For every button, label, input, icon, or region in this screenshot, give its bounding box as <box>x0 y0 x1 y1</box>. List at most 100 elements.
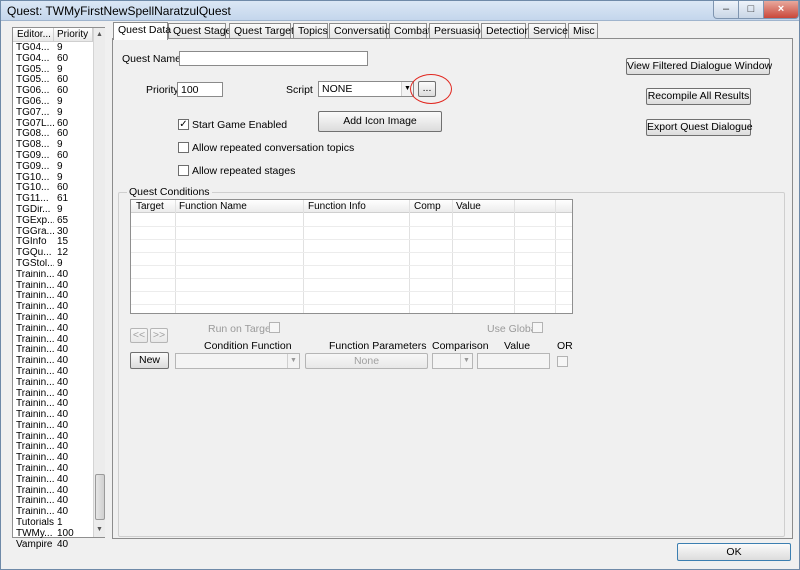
close-button[interactable]: × <box>763 1 799 19</box>
list-item[interactable]: Trainin... 40 <box>13 496 93 507</box>
list-item[interactable]: Trainin... 40 <box>13 475 93 486</box>
chevron-down-icon[interactable]: ▼ <box>460 354 472 368</box>
allow-repeated-stages-checkbox[interactable] <box>178 165 189 176</box>
list-item[interactable]: TG06... 9 <box>13 97 93 108</box>
priority-label: Priority <box>146 84 179 96</box>
tab-quest-targets[interactable]: Quest Targets <box>229 23 299 39</box>
export-quest-dialogue-button[interactable]: Export Quest Dialogue <box>646 119 753 136</box>
list-item[interactable]: TGDir... 9 <box>13 205 93 216</box>
list-item[interactable]: TG05... 9 <box>13 65 93 76</box>
list-item[interactable]: Trainin... 40 <box>13 432 93 443</box>
list-item[interactable]: TGInfo 15 <box>13 237 93 248</box>
ok-button[interactable]: OK <box>677 543 791 561</box>
list-item[interactable]: TG09... 60 <box>13 151 93 162</box>
list-item[interactable]: Trainin... 40 <box>13 335 93 346</box>
column-header-function-info[interactable]: Function Info <box>308 201 366 212</box>
quest-list[interactable]: Editor... Priority TG04... 9 TG04... 60 TG05… <box>12 27 105 549</box>
list-item[interactable]: TGQu... 12 <box>13 248 93 259</box>
start-game-enabled-checkbox[interactable]: ✓ <box>178 119 189 130</box>
list-item[interactable]: Trainin... 40 <box>13 399 93 410</box>
list-item[interactable]: Trainin... 40 <box>13 313 93 324</box>
tab-topics[interactable]: Topics <box>293 23 328 39</box>
list-item[interactable]: Trainin... 40 <box>13 291 93 302</box>
list-item[interactable]: Trainin... 40 <box>13 486 93 497</box>
allow-repeated-topics-checkbox[interactable] <box>178 142 189 153</box>
column-header-comp[interactable]: Comp <box>414 201 441 212</box>
use-global-checkbox[interactable] <box>532 322 543 333</box>
list-item[interactable]: Trainin... 40 <box>13 324 93 335</box>
list-item[interactable]: TG06... 60 <box>13 86 93 97</box>
list-item[interactable]: TG09... 9 <box>13 162 93 173</box>
maximize-button[interactable]: □ <box>738 1 764 19</box>
list-item-name: Trainin... <box>16 485 54 496</box>
run-on-target-checkbox[interactable] <box>269 322 280 333</box>
list-item[interactable]: Trainin... 40 <box>13 421 93 432</box>
script-dropdown[interactable]: NONE ▼ <box>318 81 414 97</box>
list-item[interactable]: TG07L... 60 <box>13 119 93 130</box>
priority-input[interactable]: 100 <box>177 82 223 97</box>
column-header-value[interactable]: Value <box>456 201 481 212</box>
value-input[interactable] <box>477 353 550 369</box>
list-item[interactable]: Trainin... 40 <box>13 367 93 378</box>
add-icon-image-button[interactable]: Add Icon Image <box>318 111 442 132</box>
view-filtered-dialogue-button[interactable]: View Filtered Dialogue Window <box>626 58 772 75</box>
chevron-down-icon[interactable]: ▼ <box>287 354 299 368</box>
list-item[interactable]: Trainin... 40 <box>13 410 93 421</box>
list-item[interactable]: TGGra... 30 <box>13 227 93 238</box>
column-header-priority[interactable]: Priority <box>57 29 88 40</box>
list-item[interactable]: Trainin... 40 <box>13 378 93 389</box>
list-item[interactable]: Vampire 40 <box>13 540 93 551</box>
tab-detection[interactable]: Detection <box>481 23 530 39</box>
function-parameters-button[interactable]: None <box>305 353 428 369</box>
list-item[interactable]: Tutorials 1 <box>13 518 93 529</box>
list-item[interactable]: TG10... 60 <box>13 183 93 194</box>
list-item[interactable]: TWMy... 100 <box>13 529 93 540</box>
quest-name-input[interactable] <box>179 51 368 66</box>
column-header-editor[interactable]: Editor... <box>17 29 51 40</box>
tab-quest-stages[interactable]: Quest Stages <box>168 23 237 39</box>
list-item[interactable]: Trainin... 40 <box>13 302 93 313</box>
tab-service[interactable]: Service <box>528 23 568 39</box>
scroll-up-icon[interactable]: ▲ <box>94 28 105 42</box>
list-item[interactable]: TG07... 9 <box>13 108 93 119</box>
list-item[interactable]: Trainin... 40 <box>13 464 93 475</box>
list-item[interactable]: TGStol... 9 <box>13 259 93 270</box>
list-item[interactable]: Trainin... 40 <box>13 507 93 518</box>
list-item[interactable]: TG11... 61 <box>13 194 93 205</box>
tab-quest-data[interactable]: Quest Data <box>113 22 171 40</box>
list-item[interactable]: Trainin... 40 <box>13 453 93 464</box>
new-condition-button[interactable]: New <box>130 352 169 369</box>
tab-combat[interactable]: Combat <box>389 23 431 39</box>
comparison-dropdown[interactable]: ▼ <box>432 353 473 369</box>
list-item[interactable]: TG04... 9 <box>13 43 93 54</box>
list-item[interactable]: TG04... 60 <box>13 54 93 65</box>
list-item[interactable]: Trainin... 40 <box>13 442 93 453</box>
list-item[interactable]: Trainin... 40 <box>13 345 93 356</box>
list-item[interactable]: Trainin... 40 <box>13 389 93 400</box>
scroll-down-icon[interactable]: ▼ <box>94 523 105 537</box>
list-item-priority: 40 <box>57 312 69 323</box>
list-item[interactable]: TG08... 60 <box>13 129 93 140</box>
column-header-target[interactable]: Target <box>136 201 164 212</box>
recompile-all-results-button[interactable]: Recompile All Results <box>646 88 751 105</box>
list-item[interactable]: Trainin... 40 <box>13 281 93 292</box>
next-condition-button[interactable]: >> <box>150 328 168 343</box>
or-checkbox[interactable] <box>557 356 568 367</box>
conditions-table[interactable]: Target Function Name Function Info Comp … <box>130 199 573 314</box>
title-bar[interactable]: Quest: TWMyFirstNewSpellNaratzulQuest – … <box>1 1 799 21</box>
minimize-button[interactable]: – <box>713 1 739 19</box>
list-item[interactable]: TG08... 9 <box>13 140 93 151</box>
tab-misc[interactable]: Misc <box>568 23 598 39</box>
scroll-thumb[interactable] <box>95 474 105 520</box>
list-item[interactable]: TGExp... 65 <box>13 216 93 227</box>
quest-list-scrollbar[interactable]: ▲ ▼ <box>93 28 105 537</box>
list-item[interactable]: Trainin... 40 <box>13 270 93 281</box>
previous-condition-button[interactable]: << <box>130 328 148 343</box>
list-item[interactable]: Trainin... 40 <box>13 356 93 367</box>
condition-function-dropdown[interactable]: ▼ <box>175 353 300 369</box>
tab-persuasion[interactable]: Persuasion <box>429 23 487 39</box>
column-header-function-name[interactable]: Function Name <box>179 201 247 212</box>
list-item[interactable]: TG05... 60 <box>13 75 93 86</box>
tab-conversation[interactable]: Conversation <box>329 23 396 39</box>
list-item[interactable]: TG10... 9 <box>13 173 93 184</box>
